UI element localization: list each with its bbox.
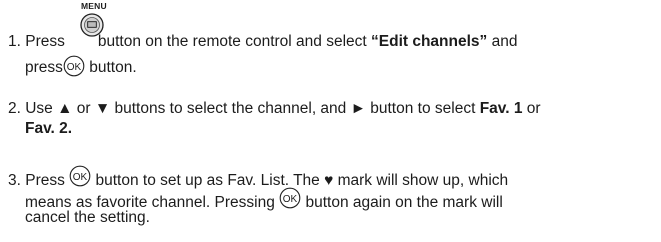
step-2-line-2: Fav. 2. bbox=[25, 120, 72, 138]
step-3-text-3: cancel the setting. bbox=[25, 209, 150, 226]
step-1-line-2: press OK button. bbox=[25, 55, 137, 77]
step-1-press: press bbox=[25, 59, 63, 76]
ok-button-icon: OK bbox=[279, 187, 301, 209]
menu-icon-label: MENU bbox=[81, 1, 107, 11]
step-1-end: button. bbox=[89, 59, 137, 76]
step-1-text: button on the remote control and select bbox=[97, 33, 367, 50]
step-1-number: 1. Press bbox=[8, 33, 65, 50]
edit-channels-label: “Edit channels” bbox=[371, 33, 488, 50]
svg-text:OK: OK bbox=[73, 172, 88, 183]
step-3-line-3: cancel the setting. bbox=[25, 209, 150, 227]
svg-text:OK: OK bbox=[67, 62, 82, 73]
step-1-line-1: 1. Press button on the remote control and… bbox=[8, 33, 517, 51]
svg-text:OK: OK bbox=[283, 194, 298, 205]
ok-button-icon: OK bbox=[63, 55, 85, 77]
step-2-line-1: 2. Use ▲ or ▼ buttons to select the chan… bbox=[8, 100, 541, 118]
step-2-period: . bbox=[67, 120, 73, 137]
fav-1-label: Fav. 1 bbox=[479, 100, 523, 117]
step-3-text-2b: button again on the mark will bbox=[305, 194, 503, 211]
step-1-and: and bbox=[491, 33, 518, 50]
ok-button-icon: OK bbox=[69, 165, 91, 187]
step-2-text: 2. Use ▲ or ▼ buttons to select the chan… bbox=[8, 100, 476, 117]
step-2-or: or bbox=[526, 100, 541, 117]
fav-2-label: Fav. 2 bbox=[25, 120, 68, 137]
